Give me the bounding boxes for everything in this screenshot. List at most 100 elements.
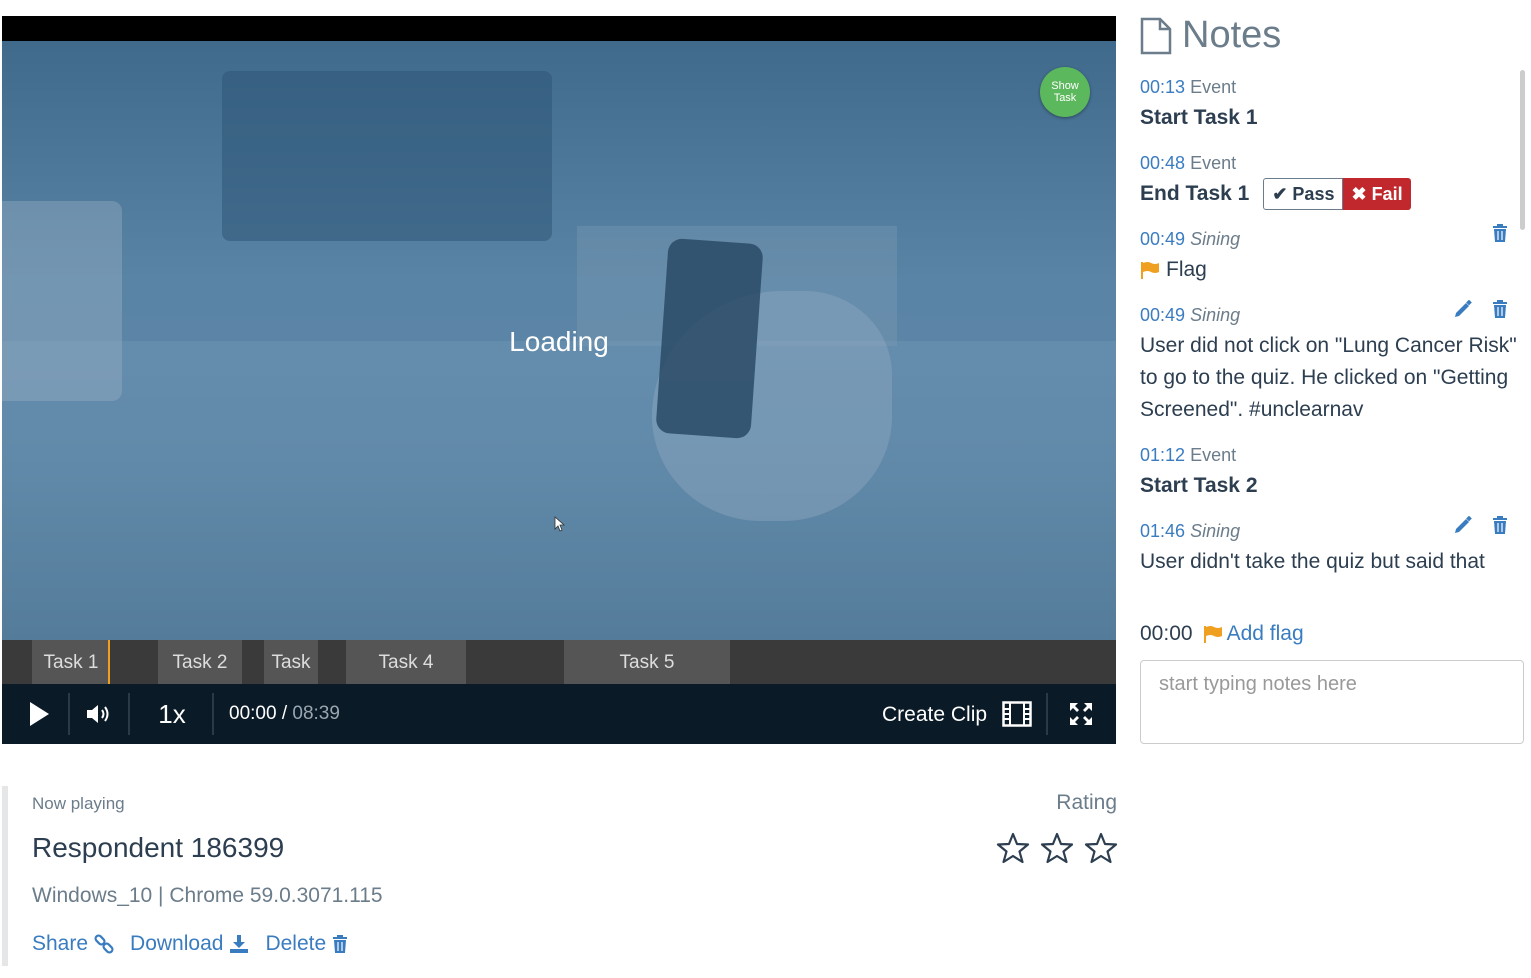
share-link[interactable]: Share [32, 932, 114, 956]
session-info: Now playing Rating Respondent 186399 Win… [2, 786, 1118, 966]
trash-icon[interactable] [1492, 300, 1508, 319]
trash-icon [333, 935, 348, 953]
timeline-task-1[interactable]: Task 1 [32, 640, 110, 684]
loading-text: Loading [509, 326, 609, 357]
fullscreen-icon [1070, 703, 1092, 725]
pass-label: Pass [1292, 184, 1335, 205]
speed-button[interactable]: 1x [142, 684, 202, 744]
flag-icon [1141, 262, 1159, 280]
create-clip-button[interactable]: Create Clip [882, 684, 987, 744]
pencil-icon[interactable] [1454, 300, 1472, 318]
volume-icon [87, 705, 109, 723]
note-item: 01:46 Sining User didn't take the quiz b… [1140, 516, 1518, 578]
respondent-name: Respondent 186399 [32, 832, 285, 863]
pass-fail-group: ✔ Pass ✖ Fail [1263, 178, 1411, 211]
note-timestamp[interactable]: 00:13 [1140, 77, 1185, 97]
notes-input[interactable] [1140, 660, 1524, 744]
note-timestamp[interactable]: 00:49 [1140, 229, 1185, 249]
play-button[interactable] [14, 684, 64, 744]
note-timestamp[interactable]: 01:46 [1140, 521, 1185, 541]
note-timestamp[interactable]: 00:48 [1140, 153, 1185, 173]
fullscreen-button[interactable] [1056, 684, 1106, 744]
note-author: Sining [1190, 305, 1241, 326]
star-icon[interactable] [996, 832, 1030, 864]
note-author: Sining [1190, 229, 1241, 250]
divider [68, 693, 70, 735]
star-icon[interactable] [1040, 832, 1074, 864]
session-actions: Share Download Delete [32, 932, 348, 956]
note-timestamp[interactable]: 00:49 [1140, 305, 1185, 325]
note-timestamp[interactable]: 01:12 [1140, 445, 1185, 465]
note-author: Sining [1190, 521, 1241, 542]
note-text: Start Task 2 [1140, 474, 1258, 498]
rating-stars [996, 832, 1118, 864]
note-text: Start Task 1 [1140, 106, 1258, 129]
playhead[interactable] [108, 640, 110, 684]
note-text: User did not click on "Lung Cancer Risk"… [1140, 334, 1517, 422]
trash-icon[interactable] [1492, 516, 1508, 535]
delete-label: Delete [265, 932, 327, 955]
rating-label: Rating [1056, 791, 1117, 814]
document-icon [1140, 17, 1172, 54]
divider [212, 693, 214, 735]
pencil-icon[interactable] [1454, 516, 1472, 534]
timeline-task-3[interactable]: Task [264, 640, 318, 684]
note-author: Event [1190, 153, 1237, 173]
trash-icon[interactable] [1492, 224, 1508, 243]
download-label: Download [130, 932, 224, 955]
info-accent-bar [2, 786, 8, 966]
current-time: 00:00 [229, 703, 277, 724]
notes-scrollbar[interactable] [1520, 70, 1525, 230]
note-item: 00:48 Event End Task 1 ✔ Pass ✖ Fail [1140, 148, 1518, 211]
duration: 08:39 [292, 703, 340, 724]
add-flag-label: Add flag [1226, 622, 1304, 645]
note-author: Event [1190, 77, 1237, 97]
player-controls: 1x 00:00 / 08:39 Create Clip [2, 684, 1116, 744]
video-frame[interactable]: Loading Show Task [2, 41, 1116, 640]
task-timeline[interactable]: Task 1 Task 2 Task Task 4 Task 5 [2, 640, 1116, 684]
fail-button[interactable]: ✖ Fail [1343, 178, 1411, 211]
play-icon [30, 702, 49, 726]
film-button[interactable] [1000, 684, 1034, 744]
time-display: 00:00 / 08:39 [229, 684, 340, 744]
mouse-cursor-icon [554, 516, 566, 532]
video-player[interactable]: Loading Show Task Task 1 Task 2 Task Tas… [2, 16, 1116, 744]
system-info: Windows_10 | Chrome 59.0.3071.115 [32, 884, 383, 907]
pass-button[interactable]: ✔ Pass [1263, 178, 1344, 211]
add-time: 00:00 [1140, 622, 1193, 645]
video-top-bar [2, 16, 1116, 41]
film-icon [1002, 701, 1032, 727]
create-clip-label: Create Clip [882, 703, 988, 726]
note-item: 00:49 Sining User did not click on "Lung… [1140, 300, 1518, 426]
note-text: User didn't take the quiz but said that [1140, 550, 1485, 574]
add-flag-row: 00:00 Add flag [1140, 622, 1304, 646]
link-icon [94, 934, 114, 954]
note-item: 01:12 Event Start Task 2 [1140, 440, 1518, 502]
video-background [2, 201, 122, 401]
time-separator: / [276, 703, 293, 724]
note-text: Flag [1166, 258, 1207, 282]
divider [1046, 693, 1048, 735]
timeline-task-5[interactable]: Task 5 [564, 640, 730, 684]
share-label: Share [32, 932, 89, 955]
now-playing-label: Now playing [32, 794, 125, 813]
timeline-task-4[interactable]: Task 4 [346, 640, 466, 684]
star-icon[interactable] [1084, 832, 1118, 864]
video-background [2, 341, 1116, 640]
note-item: 00:49 Sining Flag [1140, 224, 1518, 286]
note-author: Event [1190, 445, 1237, 466]
timeline-task-2[interactable]: Task 2 [158, 640, 242, 684]
divider [128, 693, 130, 735]
volume-button[interactable] [74, 684, 124, 744]
notes-header: Notes [1140, 14, 1281, 57]
add-flag-button[interactable]: Add flag [1203, 622, 1304, 646]
download-icon [230, 935, 249, 953]
note-text: End Task 1 [1140, 182, 1250, 205]
show-task-button[interactable]: Show Task [1040, 67, 1090, 117]
notes-list[interactable]: 00:13 Event Start Task 1 00:48 Event End… [1140, 72, 1518, 596]
flag-icon [1203, 626, 1222, 643]
fail-label: Fail [1371, 184, 1403, 205]
download-link[interactable]: Download [130, 932, 249, 956]
note-item: 00:13 Event Start Task 1 [1140, 72, 1518, 134]
delete-link[interactable]: Delete [265, 932, 348, 956]
